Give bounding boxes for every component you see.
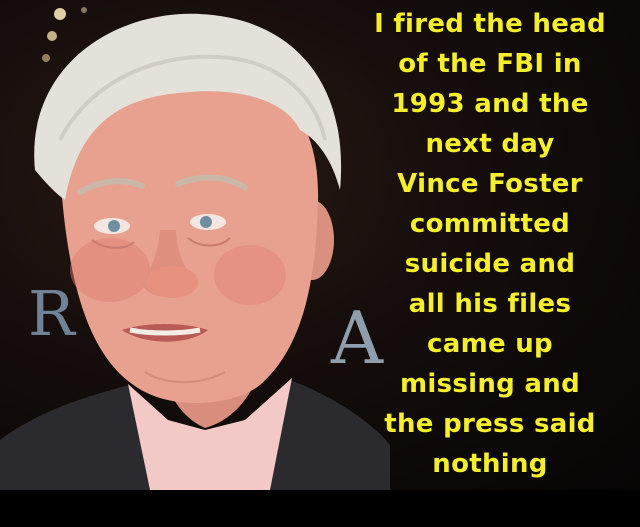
man-portrait xyxy=(0,13,390,490)
photo: R A I fired the head of the FBI in 1993 … xyxy=(0,0,640,490)
quote-line: next day xyxy=(425,129,555,159)
quote-line: nothing xyxy=(432,449,548,479)
quote-line: all his files xyxy=(408,289,572,319)
quote-text-block: I fired the head of the FBI in 1993 and … xyxy=(340,6,640,490)
quote-line: suicide and xyxy=(404,249,576,279)
quote-line: Vince Foster xyxy=(397,169,583,199)
quote-line: came up xyxy=(427,329,553,359)
quote-line: 1993 and the xyxy=(391,89,589,119)
quote-line: missing and xyxy=(399,369,580,399)
bottom-black-bar xyxy=(0,490,640,527)
quote-line: of the FBI in xyxy=(398,49,582,79)
quote-line: I fired the head xyxy=(374,9,606,39)
meme-image: R A I fired the head of the FBI in 1993 … xyxy=(0,0,640,527)
quote-line: the press said xyxy=(384,409,596,439)
quote-line: committed xyxy=(409,209,571,239)
